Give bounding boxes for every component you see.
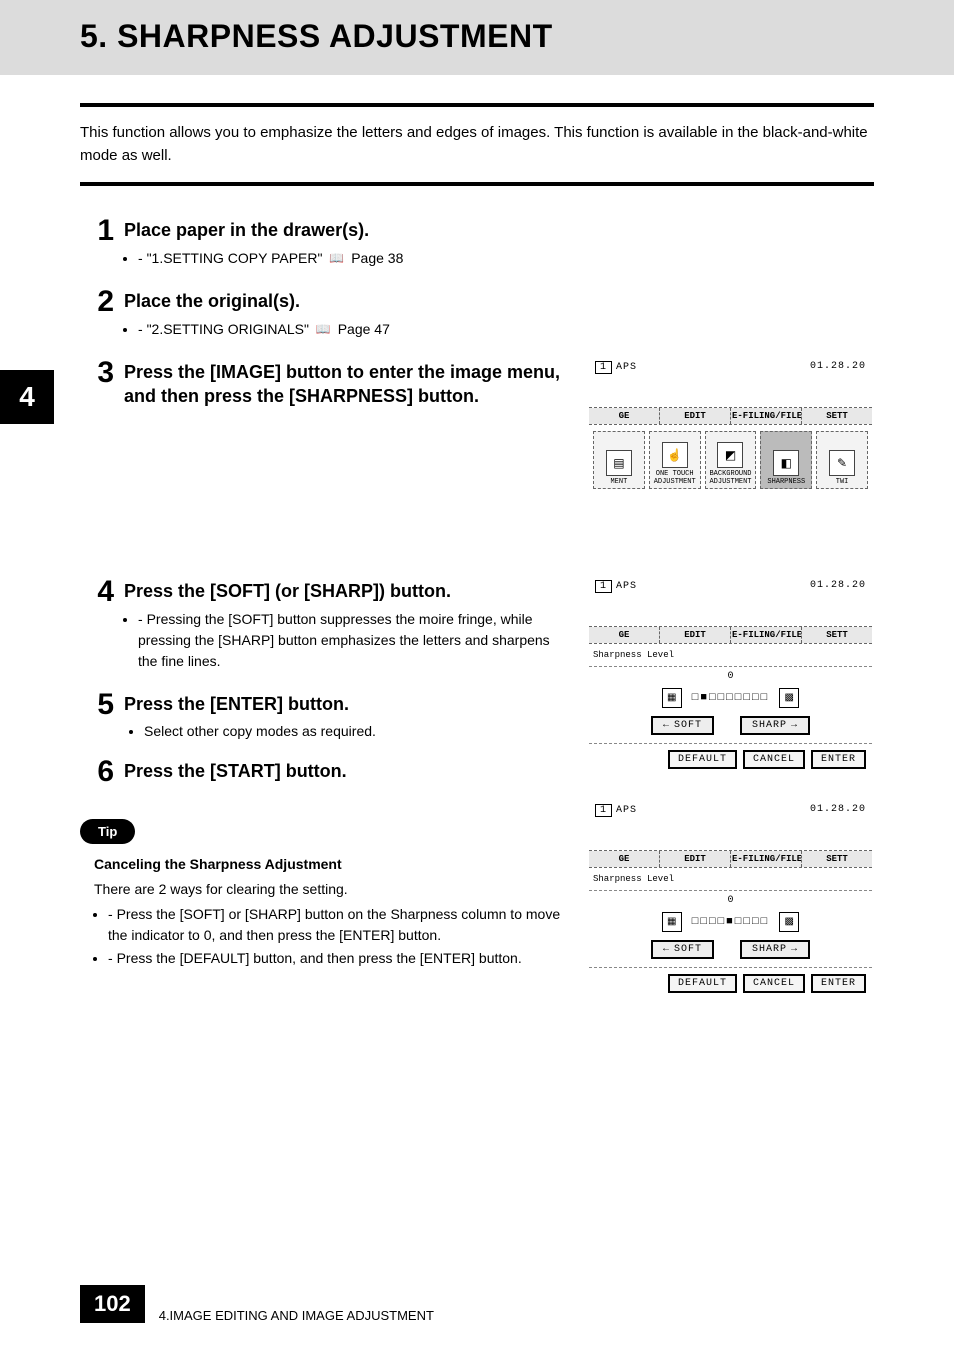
panel-tab-ge[interactable]: GE xyxy=(589,851,660,867)
step-number: 1 xyxy=(80,216,114,246)
tip-block: Canceling the Sharpness Adjustment There… xyxy=(80,854,573,969)
chapter-side-tab: 4 xyxy=(0,370,54,424)
panel-tab-edit[interactable]: EDIT xyxy=(660,627,731,643)
step-ref: - "2.SETTING ORIGINALS" 📖 Page 47 xyxy=(138,319,874,340)
step-number: 6 xyxy=(80,757,114,787)
step-number: 4 xyxy=(80,577,114,607)
sharpness-icon: ◧ xyxy=(773,450,799,476)
panel-date: 01.28.20 xyxy=(810,804,866,817)
step-title: Place the original(s). xyxy=(124,289,874,313)
panel-tab-edit[interactable]: EDIT xyxy=(660,408,731,424)
page-title: 5. SHARPNESS ADJUSTMENT xyxy=(80,18,954,55)
default-button[interactable]: DEFAULT xyxy=(668,750,737,769)
panel-tab-ge[interactable]: GE xyxy=(589,627,660,643)
panel-btn-ment[interactable]: ▤MENT xyxy=(593,431,645,489)
arrow-right-icon: → xyxy=(791,944,798,955)
step-number: 5 xyxy=(80,690,114,720)
panel-tab-sett[interactable]: SETT xyxy=(802,851,872,867)
lcd-panel-sharpness-center: 1 APS 01.28.20 GE EDIT E-FILING/FILE SETT… xyxy=(589,801,872,999)
panel-btn-background[interactable]: ◩BACKGROUND ADJUSTMENT xyxy=(705,431,757,489)
arrow-right-icon: → xyxy=(791,720,798,731)
arrow-left-icon: ← xyxy=(663,944,670,955)
step-5: 5 Press the [ENTER] button. Select other… xyxy=(80,690,573,748)
step-2: 2 Place the original(s). - "2.SETTING OR… xyxy=(80,287,874,350)
page-footer: 102 4.IMAGE EDITING AND IMAGE ADJUSTMENT xyxy=(80,1285,874,1353)
step-title: Press the [ENTER] button. xyxy=(124,692,573,716)
page-content: This function allows you to emphasize th… xyxy=(0,75,954,1353)
panel-tab-efile[interactable]: E-FILING/FILE xyxy=(731,627,802,643)
panel-btn-sharpness[interactable]: ◧SHARPNESS xyxy=(760,431,812,489)
lcd-panel-image-menu: 1 APS 01.28.20 GE EDIT E-FILING/FILE SETT… xyxy=(589,358,872,551)
sharp-button[interactable]: SHARP→ xyxy=(740,716,810,735)
panel-tab-ge[interactable]: GE xyxy=(589,408,660,424)
panel-tab-edit[interactable]: EDIT xyxy=(660,851,731,867)
panel-sharpness-label: Sharpness Level xyxy=(589,644,872,667)
step-title: Press the [IMAGE] button to enter the im… xyxy=(124,360,573,409)
panel-tab-efile[interactable]: E-FILING/FILE xyxy=(731,851,802,867)
twi-icon: ✎ xyxy=(829,450,855,476)
panel-sharpness-label: Sharpness Level xyxy=(589,868,872,891)
enter-button[interactable]: ENTER xyxy=(811,750,866,769)
page-number: 102 xyxy=(80,1285,145,1323)
panel-btn-twi[interactable]: ✎TWI xyxy=(816,431,868,489)
panel-btn-onetouch[interactable]: ☝ONE TOUCH ADJUSTMENT xyxy=(649,431,701,489)
step-4: 4 Press the [SOFT] (or [SHARP]) button. … xyxy=(80,577,573,682)
step-1: 1 Place paper in the drawer(s). - "1.SET… xyxy=(80,216,874,279)
step-6: 6 Press the [START] button. xyxy=(80,757,573,789)
book-icon: 📖 xyxy=(316,320,331,338)
panel-tab-efile[interactable]: E-FILING/FILE xyxy=(731,408,802,424)
chapter-label: 4.IMAGE EDITING AND IMAGE ADJUSTMENT xyxy=(159,1308,434,1323)
step-title: Press the [SOFT] (or [SHARP]) button. xyxy=(124,579,573,603)
panel-date: 01.28.20 xyxy=(810,580,866,593)
panel-copy-count: 1 xyxy=(595,804,612,817)
book-icon: 📖 xyxy=(329,249,344,267)
lcd-panel-sharpness-soft: 1 APS 01.28.20 GE EDIT E-FILING/FILE SETT… xyxy=(589,577,872,775)
cancel-button[interactable]: CANCEL xyxy=(743,750,805,769)
grid-icon: ▤ xyxy=(606,450,632,476)
sharp-preview-icon: ▩ xyxy=(779,912,799,932)
step-3: 3 Press the [IMAGE] button to enter the … xyxy=(80,358,573,415)
panel-tab-sett[interactable]: SETT xyxy=(802,627,872,643)
soft-button[interactable]: ←SOFT xyxy=(651,716,714,735)
step-note: - Pressing the [SOFT] button suppresses … xyxy=(138,609,573,672)
sharpness-slider[interactable]: □□□□■□□□□ xyxy=(692,916,769,928)
cancel-button[interactable]: CANCEL xyxy=(743,974,805,993)
panel-copy-count: 1 xyxy=(595,580,612,593)
tip-item: - Press the [SOFT] or [SHARP] button on … xyxy=(108,904,573,946)
panel-aps-label: APS xyxy=(616,581,637,592)
page-header: 5. SHARPNESS ADJUSTMENT xyxy=(0,0,954,75)
default-button[interactable]: DEFAULT xyxy=(668,974,737,993)
tip-badge: Tip xyxy=(80,819,135,844)
step-title: Press the [START] button. xyxy=(124,759,573,783)
step-ref: - "1.SETTING COPY PAPER" 📖 Page 38 xyxy=(138,248,874,269)
step-title: Place paper in the drawer(s). xyxy=(124,218,874,242)
tip-title: Canceling the Sharpness Adjustment xyxy=(94,854,573,875)
panel-aps-label: APS xyxy=(616,805,637,816)
soft-preview-icon: ▦ xyxy=(662,912,682,932)
panel-tab-sett[interactable]: SETT xyxy=(802,408,872,424)
step-number: 2 xyxy=(80,287,114,317)
panel-aps-label: APS xyxy=(616,362,637,373)
panel-date: 01.28.20 xyxy=(810,361,866,374)
panel-copy-count: 1 xyxy=(595,361,612,374)
intro-text: This function allows you to emphasize th… xyxy=(80,103,874,186)
soft-preview-icon: ▦ xyxy=(662,688,682,708)
sharp-preview-icon: ▩ xyxy=(779,688,799,708)
slider-zero-label: 0 xyxy=(589,671,872,682)
hand-icon: ☝ xyxy=(662,442,688,468)
tip-item: - Press the [DEFAULT] button, and then p… xyxy=(108,948,573,969)
step-bullet: Select other copy modes as required. xyxy=(144,723,573,739)
bg-icon: ◩ xyxy=(717,442,743,468)
soft-button[interactable]: ←SOFT xyxy=(651,940,714,959)
slider-zero-label: 0 xyxy=(589,895,872,906)
sharpness-slider[interactable]: □■□□□□□□□ xyxy=(692,692,769,704)
arrow-left-icon: ← xyxy=(663,720,670,731)
enter-button[interactable]: ENTER xyxy=(811,974,866,993)
step-number: 3 xyxy=(80,358,114,388)
tip-lead: There are 2 ways for clearing the settin… xyxy=(94,879,573,900)
sharp-button[interactable]: SHARP→ xyxy=(740,940,810,959)
